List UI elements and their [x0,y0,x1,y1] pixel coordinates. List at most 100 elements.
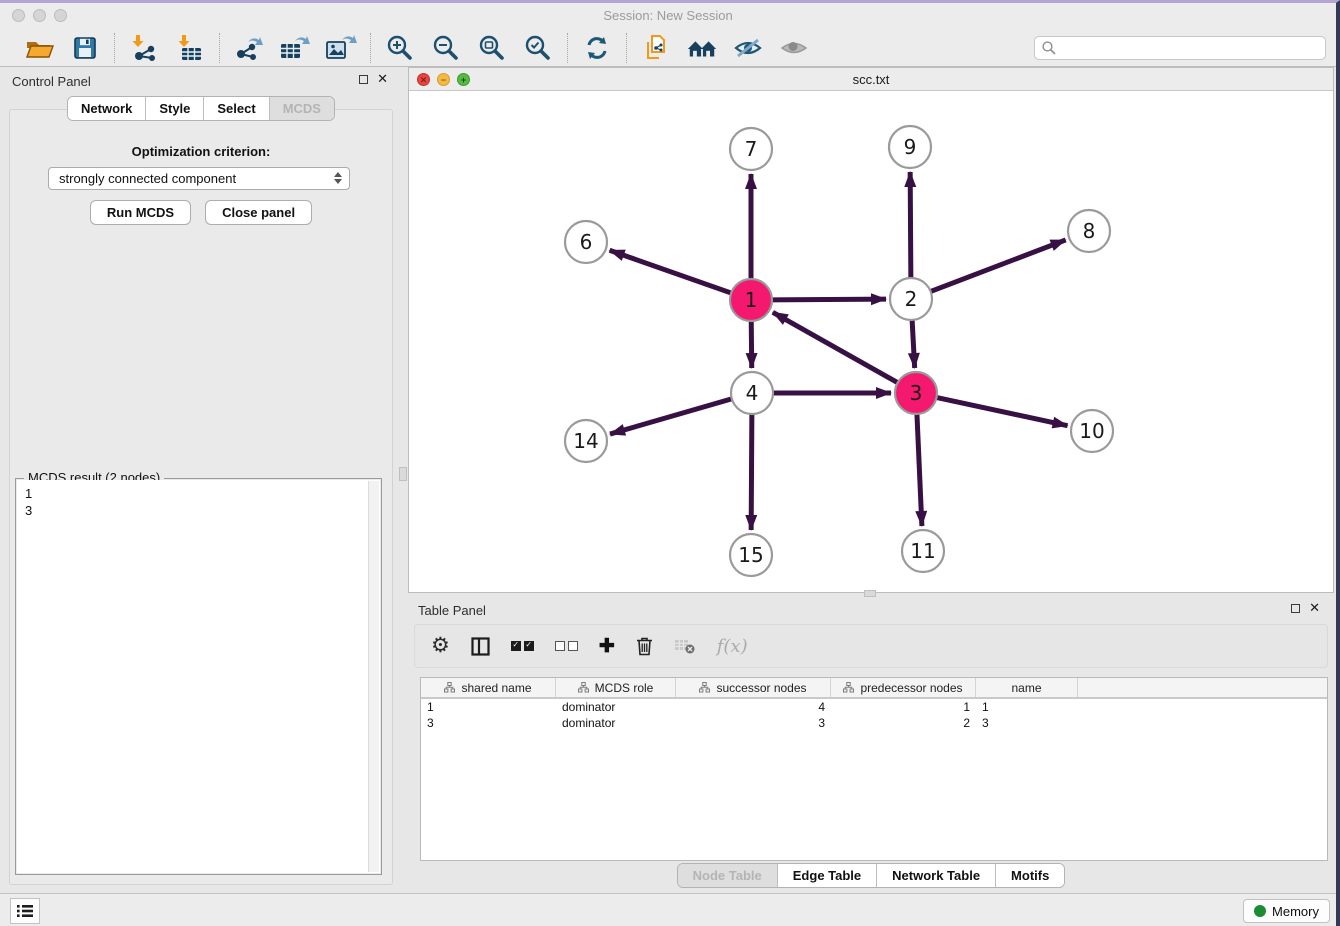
task-history-button[interactable] [10,898,40,924]
column-label: MCDS role [595,681,654,695]
close-panel-button[interactable]: Close panel [205,200,312,225]
add-column-button[interactable]: ✚ [599,635,615,658]
float-table-panel-icon[interactable] [1291,604,1300,613]
cell-predecessor-nodes: 1 [831,699,976,715]
column-header-successor-nodes[interactable]: successor nodes [676,678,831,697]
mcds-result-list[interactable]: 1 3 [17,480,380,873]
tab-node-table[interactable]: Node Table [678,864,778,887]
graph-edge-1-4[interactable] [751,319,752,368]
tab-edge-table[interactable]: Edge Table [778,864,877,887]
export-table-icon [279,34,311,62]
zoom-out-button[interactable] [430,33,462,63]
tab-network-table[interactable]: Network Table [877,864,996,887]
import-table-icon [176,34,204,62]
close-table-panel-icon[interactable]: ✕ [1309,603,1320,613]
plus-icon: ✚ [599,635,615,658]
memory-button[interactable]: Memory [1243,899,1330,923]
import-table-button[interactable] [174,33,206,63]
panel-divider-grip[interactable] [864,590,876,597]
graph-edge-3-10[interactable] [935,397,1068,426]
function-builder-button[interactable]: f(x) [717,636,748,657]
graph-edge-1-6[interactable] [610,250,733,293]
refresh-view-button[interactable] [581,33,613,63]
select-all-button[interactable] [511,641,534,651]
import-network-button[interactable] [128,33,160,63]
zoom-in-icon [386,34,414,62]
cell-mcds-role: dominator [556,715,676,731]
table-row[interactable]: 3 dominator 3 2 3 [421,715,1327,731]
graph-edge-1-2[interactable] [770,299,886,300]
network-canvas[interactable]: 7968124314101511 [409,91,1333,592]
export-image-button[interactable] [325,33,357,63]
column-header-name[interactable]: name [976,678,1078,697]
duplicate-network-icon [642,34,670,62]
float-panel-icon[interactable] [359,75,368,84]
duplicate-network-button[interactable] [640,33,672,63]
graph-node-label-8: 8 [1083,219,1096,243]
graph-edge-3-1[interactable] [773,312,900,383]
zoom-fit-button[interactable] [476,33,508,63]
tree-icon [699,682,710,693]
table-settings-button[interactable]: ⚙ [431,636,450,656]
columns-icon [471,637,490,656]
result-scrollbar[interactable] [368,481,379,872]
memory-status-icon [1254,905,1266,917]
search-box [1034,36,1326,60]
run-mcds-button[interactable]: Run MCDS [90,200,191,225]
table-panel: Table Panel ✕ ⚙ [408,598,1334,890]
column-header-shared-name[interactable]: shared name [421,678,556,697]
graph-edge-3-11[interactable] [917,412,922,526]
control-panel: Control Panel ✕ Network Style Select MCD… [2,69,400,889]
tab-network[interactable]: Network [68,97,146,120]
graph-edge-2-9[interactable] [910,172,911,280]
deselect-all-button[interactable] [555,641,578,651]
graph-node-label-15: 15 [738,543,763,567]
column-label: predecessor nodes [860,681,962,695]
cell-shared-name: 1 [421,699,556,715]
close-panel-icon[interactable]: ✕ [377,74,388,84]
graph-node-label-6: 6 [580,230,593,254]
tab-style[interactable]: Style [146,97,204,120]
delete-table-button[interactable] [674,637,696,655]
zoom-selected-icon [524,34,552,62]
tab-select[interactable]: Select [204,97,269,120]
column-header-mcds-role[interactable]: MCDS role [556,678,676,697]
save-session-button[interactable] [69,33,101,63]
zoom-fit-icon [478,34,506,62]
export-table-button[interactable] [279,33,311,63]
criterion-dropdown[interactable]: strongly connected component [48,167,350,190]
mcds-result-box: MCDS result (2 nodes) 1 3 [15,478,382,875]
graph-edge-2-8[interactable] [929,240,1066,292]
refresh-icon [583,35,611,61]
tree-icon [578,682,589,693]
search-input[interactable] [1057,38,1325,58]
tab-mcds[interactable]: MCDS [270,97,334,120]
status-bar: Memory [0,893,1336,926]
zoom-selected-button[interactable] [522,33,554,63]
graph-edge-4-15[interactable] [751,412,752,530]
network-graph[interactable]: 7968124314101511 [409,91,1333,592]
memory-label: Memory [1272,904,1319,919]
graph-node-label-11: 11 [910,539,935,563]
hide-selected-button[interactable] [732,33,764,63]
dropdown-stepper-icon [334,172,342,184]
graph-edge-4-14[interactable] [610,398,734,434]
graph-node-label-7: 7 [745,137,758,161]
delete-column-button[interactable] [636,636,653,656]
export-network-icon [234,34,264,62]
tab-motifs[interactable]: Motifs [996,864,1064,887]
checked-box-icon [511,641,521,651]
table-row[interactable]: 1 dominator 4 1 1 [421,699,1327,715]
show-columns-button[interactable] [471,637,490,656]
graph-edge-2-3[interactable] [912,318,915,368]
zoom-in-button[interactable] [384,33,416,63]
open-session-button[interactable] [23,33,55,63]
show-all-button[interactable] [778,33,810,63]
first-neighbors-button[interactable] [686,33,718,63]
column-header-predecessor-nodes[interactable]: predecessor nodes [831,678,976,697]
tree-icon [843,682,854,693]
search-icon [1041,40,1057,56]
export-network-button[interactable] [233,33,265,63]
panel-divider-grip[interactable] [399,467,407,481]
criterion-dropdown-value: strongly connected component [59,171,236,186]
